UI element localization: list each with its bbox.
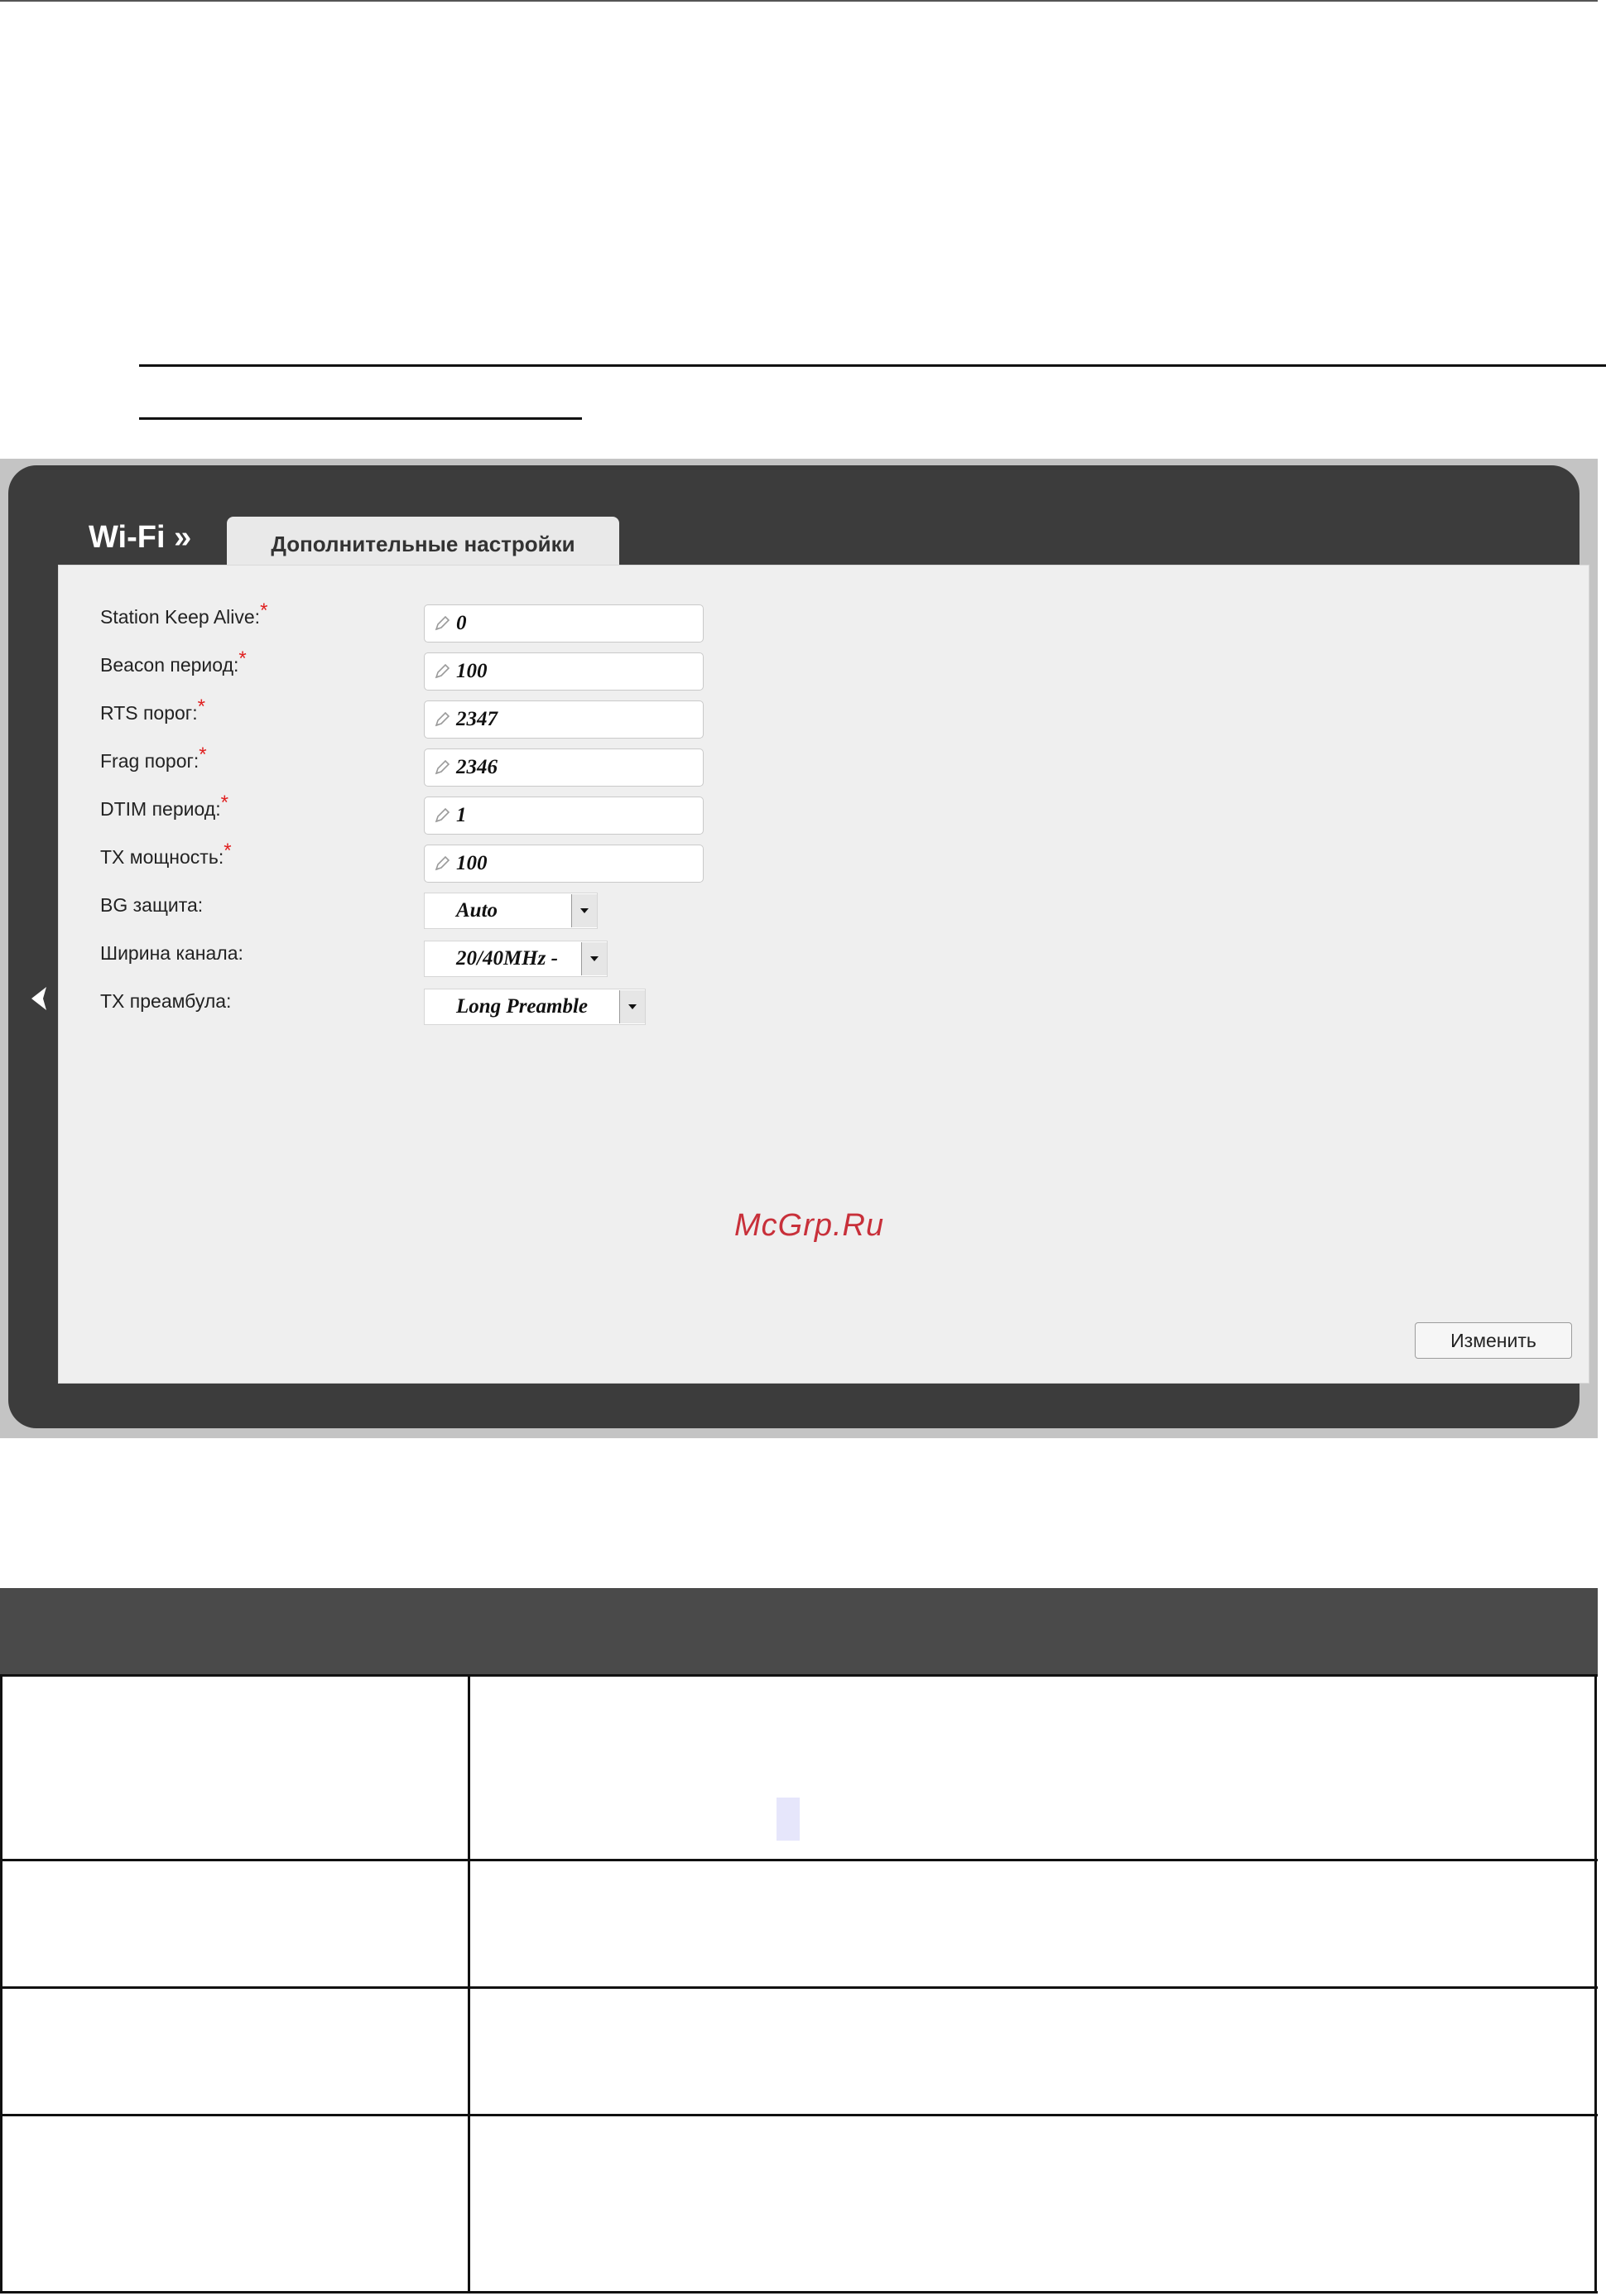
field-row-bg-protection: BG защита: Auto (59, 893, 804, 934)
field-label: TX мощность:* (100, 840, 232, 868)
tab-advanced-settings[interactable]: Дополнительные настройки (227, 517, 619, 571)
table-row-divider (0, 1674, 1598, 1677)
table-row-divider (0, 1986, 1598, 1989)
pencil-icon (435, 663, 450, 679)
field-label: RTS порог:* (100, 696, 205, 724)
save-button[interactable]: Изменить (1415, 1322, 1572, 1359)
beacon-period-input[interactable]: 100 (424, 652, 704, 691)
field-label: Ширина канала: (100, 942, 243, 964)
pencil-icon (435, 855, 450, 871)
table-col-divider (0, 1674, 2, 2294)
table-col-divider (1594, 1674, 1597, 2294)
router-screenshot: Wi-Fi » Дополнительные настройки Station… (0, 459, 1598, 1438)
page-top-rule (0, 0, 1598, 2)
pencil-icon (435, 711, 450, 727)
rts-threshold-input[interactable]: 2347 (424, 700, 704, 739)
channel-width-select[interactable]: 20/40MHz - (424, 941, 608, 977)
field-row-beacon-period: Beacon период:* 100 (59, 647, 804, 694)
dtim-period-input[interactable]: 1 (424, 797, 704, 835)
table-row-divider (0, 2291, 1598, 2294)
frag-threshold-input[interactable]: 2346 (424, 748, 704, 787)
field-label: Frag порог:* (100, 744, 207, 772)
tx-preamble-select[interactable]: Long Preamble (424, 989, 646, 1025)
field-label: Beacon период:* (100, 647, 247, 676)
breadcrumb[interactable]: Wi-Fi » (89, 520, 191, 556)
pencil-icon (435, 615, 450, 631)
field-row-tx-preamble: TX преамбула: Long Preamble (59, 989, 804, 1030)
doc-underline-line-1 (139, 364, 1606, 367)
table-row-divider (0, 2114, 1598, 2116)
field-label: TX преамбула: (100, 990, 232, 1012)
field-label: Station Keep Alive:* (100, 599, 268, 628)
field-row-rts-threshold: RTS порог:* 2347 (59, 696, 804, 742)
table-row-divider (0, 1859, 1598, 1861)
field-label: DTIM период:* (100, 792, 228, 820)
table-header (0, 1588, 1598, 1674)
field-label: BG защита: (100, 894, 204, 916)
field-row-channel-width: Ширина канала: 20/40MHz - (59, 941, 804, 982)
doc-underline-line-2 (139, 417, 582, 420)
watermark: McGrp.Ru (734, 1208, 885, 1243)
chevron-left-icon[interactable] (23, 982, 56, 1015)
settings-panel: Station Keep Alive:* 0 Beacon период:* 1… (58, 565, 1589, 1384)
pencil-icon (435, 759, 450, 775)
bg-protection-select[interactable]: Auto (424, 893, 598, 929)
router-frame: Wi-Fi » Дополнительные настройки Station… (8, 465, 1589, 1428)
tx-power-input[interactable]: 100 (424, 845, 704, 883)
pencil-icon (435, 807, 450, 823)
text-highlight (777, 1798, 800, 1841)
field-row-tx-power: TX мощность:* 100 (59, 840, 804, 886)
station-keep-alive-input[interactable]: 0 (424, 604, 704, 643)
field-row-frag-threshold: Frag порог:* 2346 (59, 744, 804, 790)
chevron-down-icon[interactable] (571, 894, 597, 927)
chevron-down-icon[interactable] (619, 990, 645, 1023)
field-row-station-keep-alive: Station Keep Alive:* 0 (59, 599, 804, 646)
chevron-down-icon[interactable] (581, 942, 607, 975)
field-row-dtim-period: DTIM период:* 1 (59, 792, 804, 838)
table-col-divider (468, 1674, 470, 2294)
parameters-table (0, 1588, 1598, 2294)
